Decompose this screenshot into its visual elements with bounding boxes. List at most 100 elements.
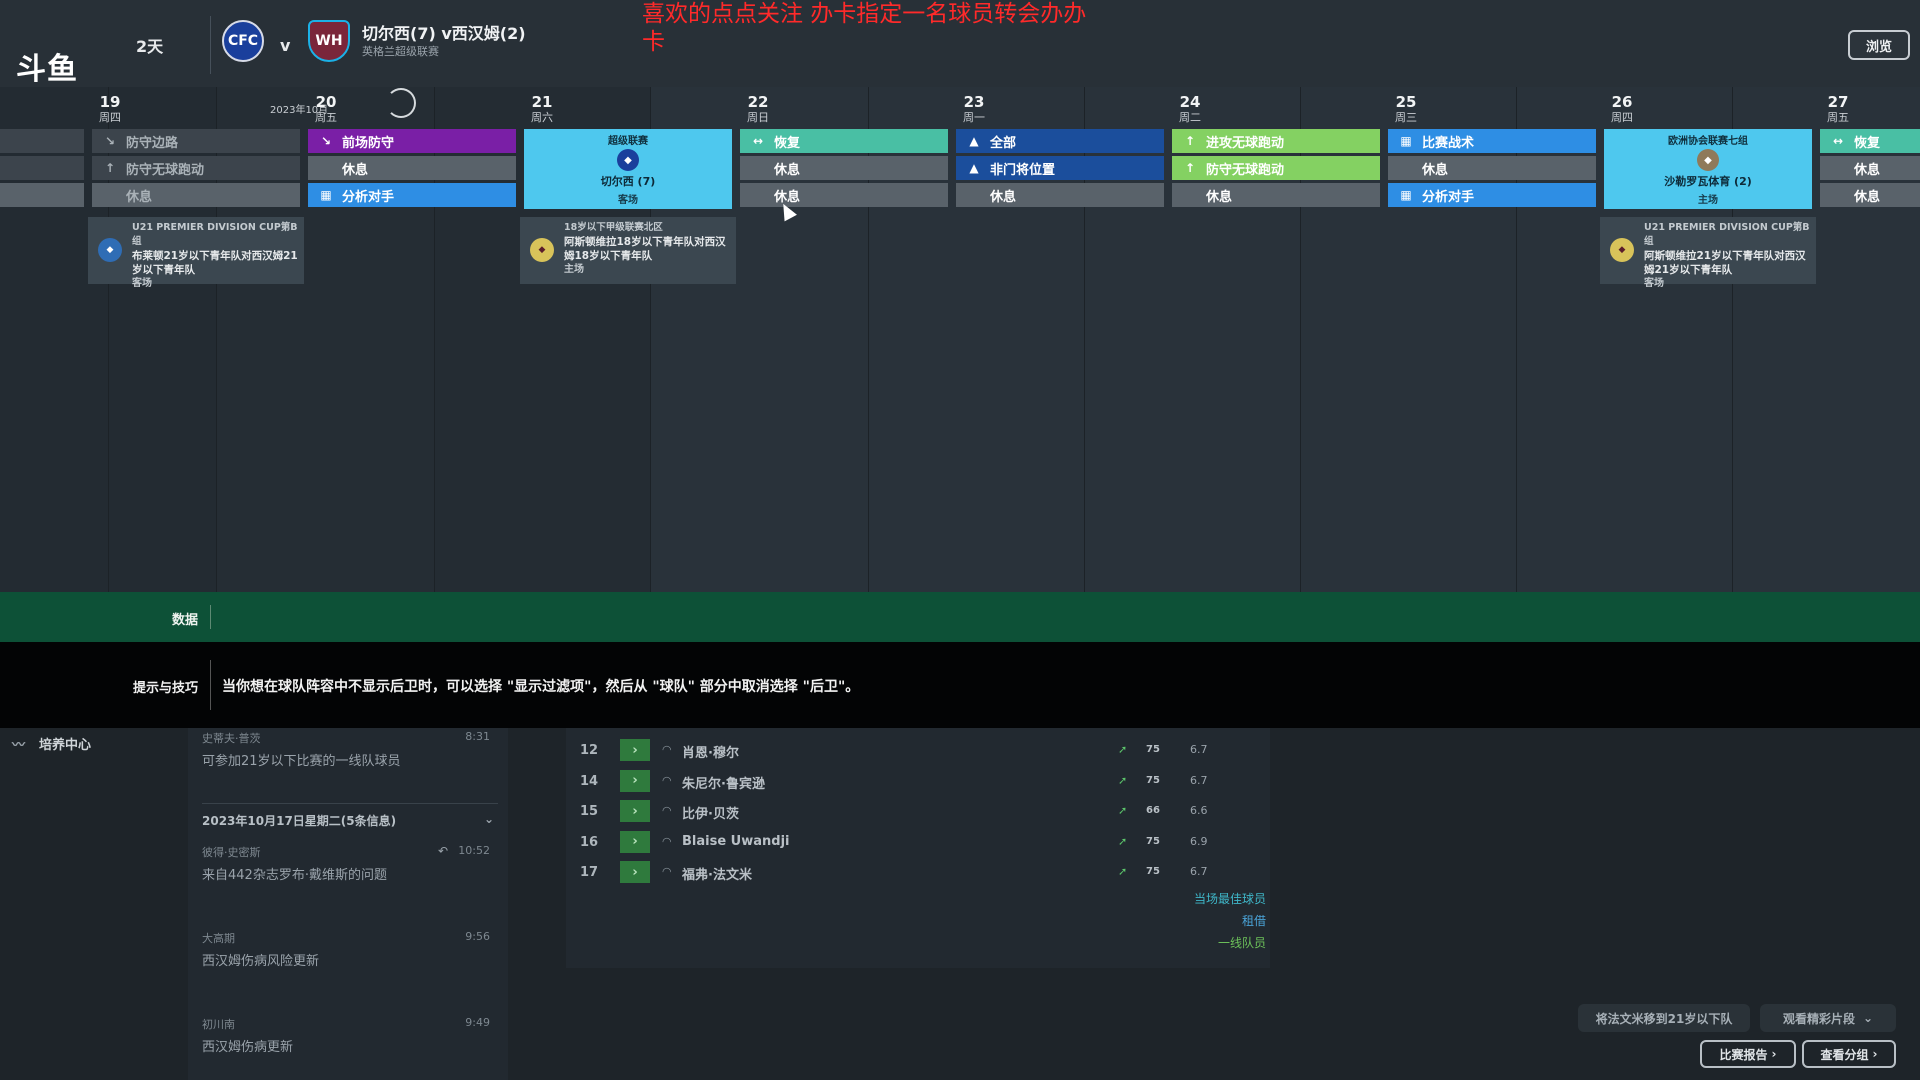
- session-label: 全部: [990, 135, 1017, 151]
- player-name[interactable]: 福弗·法文米: [682, 864, 752, 883]
- player-row[interactable]: 15 › ◠ 比伊·贝茨 ➚ 66 6.6: [566, 799, 1270, 825]
- form-trend-icon: ➚: [1118, 743, 1128, 756]
- training-session-d23-2[interactable]: 休息: [956, 183, 1164, 207]
- match-competition: 超级联赛: [608, 136, 648, 147]
- training-session-d27-2[interactable]: 休息: [1820, 183, 1920, 207]
- player-rating: 6.7: [1190, 773, 1208, 787]
- data-bar: 数据: [0, 592, 1920, 642]
- training-session-d19-1[interactable]: ↑ 防守无球跑动: [92, 156, 300, 180]
- player-row[interactable]: 14 › ◠ 朱尼尔·鲁宾逊 ➚ 75 6.7: [566, 769, 1270, 795]
- day-header[interactable]: 27 周五: [1808, 93, 1868, 125]
- player-name[interactable]: 比伊·贝茨: [682, 803, 739, 822]
- training-session-d23-0[interactable]: ▲ 全部: [956, 129, 1164, 153]
- training-session-d20-0[interactable]: ↘ 前场防守: [308, 129, 516, 153]
- player-row[interactable]: 17 › ◠ 福弗·法文米 ➚ 75 6.7: [566, 860, 1270, 886]
- training-session-block[interactable]: [0, 129, 84, 153]
- session-label: 防守无球跑动: [126, 162, 205, 178]
- player-number: 15: [580, 804, 599, 819]
- player-name[interactable]: 肖恩·穆尔: [682, 742, 739, 761]
- training-session-d22-2[interactable]: 休息: [740, 183, 948, 207]
- player-name[interactable]: 朱尼尔·鲁宾逊: [682, 773, 765, 792]
- training-session-d25-2[interactable]: ▦ 分析对手: [1388, 183, 1596, 207]
- match-opponent: 切尔西 (7): [600, 175, 656, 188]
- legend-best-player: 当场最佳球员: [1193, 892, 1266, 906]
- view-groups-button[interactable]: 查看分组 ›: [1802, 1040, 1896, 1068]
- training-session-d20-1[interactable]: 休息: [308, 156, 516, 180]
- training-session-d25-0[interactable]: ▦ 比赛战术: [1388, 129, 1596, 153]
- form-trend-icon: ➚: [1118, 865, 1128, 878]
- news-item[interactable]: 大高期 西汉姆伤病风险更新 9:56: [202, 930, 498, 969]
- session-label: 防守边路: [126, 135, 179, 151]
- training-calendar: 2023年10月 19 周四 20 周五 21 周六 22 周日 23 周一 24 周二 25 周三 26 周…: [0, 87, 1920, 592]
- training-session-block[interactable]: [0, 156, 84, 180]
- stream-overlay-text: 喜欢的点点关注 办卡指定一名球员转会办办卡: [642, 1, 1087, 55]
- browse-button[interactable]: 浏览: [1848, 30, 1910, 60]
- training-session-d24-2[interactable]: 休息: [1172, 183, 1380, 207]
- news-source: 初川南: [202, 1018, 235, 1031]
- move-to-u21-button[interactable]: 将法文米移到21岁以下队: [1578, 1004, 1750, 1032]
- data-tab[interactable]: 数据: [172, 609, 198, 628]
- first-team-match-card[interactable]: 欧洲协会联赛七组 ◆ 沙勒罗瓦体育 (2) 主场: [1604, 129, 1812, 209]
- person-icon: ◠: [662, 865, 672, 878]
- day-weekday: 周四: [99, 111, 121, 124]
- chevron-down-icon[interactable]: ⌄: [484, 812, 494, 826]
- news-time: 9:56: [465, 930, 490, 943]
- session-label: 休息: [1854, 162, 1881, 178]
- youth-match-card[interactable]: ◆ U21 PREMIER DIVISION CUP第B组 阿斯顿维拉21岁以下青年…: [1600, 217, 1816, 289]
- app-root: 斗鱼 2天 CFC v WH 切尔西(7) v西汉姆(2) 英格兰超级联赛 喜欢…: [0, 0, 1920, 1080]
- news-item[interactable]: 彼得·史密斯 来自442杂志罗布·戴维斯的问题 10:52: [202, 844, 498, 883]
- match-report-button[interactable]: 比赛报告 ›: [1700, 1040, 1796, 1068]
- training-session-d27-1[interactable]: 休息: [1820, 156, 1920, 180]
- news-divider: [202, 803, 498, 804]
- form-trend-icon: ➚: [1118, 834, 1128, 848]
- substitute-arrow-button[interactable]: ›: [620, 830, 650, 853]
- chevron-right-icon: ›: [1771, 1047, 1777, 1061]
- day-header[interactable]: 19 周四: [80, 93, 140, 125]
- training-session-d20-2[interactable]: ▦ 分析对手: [308, 183, 516, 207]
- youth-opponent-crest-icon: ◆: [530, 238, 554, 262]
- substitute-arrow-button[interactable]: ›: [620, 861, 650, 883]
- training-session-d24-0[interactable]: ↑ 进攻无球跑动: [1172, 129, 1380, 153]
- news-date-header[interactable]: 2023年10月17日星期二(5条信息) ⌄: [202, 812, 498, 829]
- training-session-d22-1[interactable]: 休息: [740, 156, 948, 180]
- reply-icon: ↶: [438, 844, 449, 858]
- youth-competition: U21 PREMIER DIVISION CUP第B组: [1644, 222, 1810, 247]
- news-item[interactable]: 初川南 西汉姆伤病更新 9:49: [202, 1016, 498, 1055]
- player-name[interactable]: Blaise Uwandji: [682, 834, 790, 849]
- opponent-crest-icon: ◆: [617, 149, 639, 171]
- training-session-d22-0[interactable]: ↔ 恢复: [740, 129, 948, 153]
- day-header[interactable]: 22 周日: [728, 93, 788, 125]
- day-header[interactable]: 20 周五: [296, 93, 356, 125]
- training-session-d19-0[interactable]: ↘ 防守边路: [92, 129, 300, 153]
- day-header[interactable]: 25 周三: [1376, 93, 1436, 125]
- substitute-arrow-button[interactable]: ›: [620, 739, 650, 761]
- substitute-arrow-button[interactable]: ›: [620, 769, 650, 792]
- day-header[interactable]: 21 周六: [512, 93, 572, 125]
- youth-opponent-crest-icon: ◆: [1610, 238, 1634, 262]
- substitute-arrow-button[interactable]: ›: [620, 800, 650, 822]
- chevron-right-icon: ›: [1872, 1047, 1878, 1061]
- training-session-d27-0[interactable]: ↔ 恢复: [1820, 129, 1920, 153]
- data-bar-divider: [210, 605, 211, 629]
- training-session-d24-1[interactable]: ↑ 防守无球跑动: [1172, 156, 1380, 180]
- player-row[interactable]: 16 › ◠ Blaise Uwandji ➚ 75 6.9: [566, 830, 1270, 856]
- session-label: 分析对手: [1422, 189, 1475, 205]
- training-session-d23-1[interactable]: ▲ 非门将位置: [956, 156, 1164, 180]
- training-session-d19-2[interactable]: 休息: [92, 183, 300, 207]
- tips-divider: [210, 660, 211, 710]
- first-team-match-card[interactable]: 超级联赛 ◆ 切尔西 (7) 客场: [524, 129, 732, 209]
- training-session-block[interactable]: [0, 183, 84, 207]
- youth-match-card[interactable]: ◆ 18岁以下甲级联赛北区 阿斯顿维拉18岁以下青年队对西汉姆18岁以下青年队 主场: [520, 217, 736, 284]
- player-row[interactable]: 12 › ◠ 肖恩·穆尔 ➚ 75 6.7: [566, 738, 1270, 764]
- news-item[interactable]: 史蒂夫·普茨 可参加21岁以下比赛的一线队球员 8:31: [202, 730, 498, 769]
- player-number: 12: [580, 743, 599, 758]
- day-header[interactable]: 23 周一: [944, 93, 1004, 125]
- next-match-title[interactable]: 切尔西(7) v西汉姆(2): [362, 20, 526, 44]
- day-header[interactable]: 24 周二: [1160, 93, 1220, 125]
- training-session-d25-1[interactable]: 休息: [1388, 156, 1596, 180]
- youth-match-card[interactable]: ◆ U21 PREMIER DIVISION CUP第B组 布莱顿21岁以下青年队对…: [88, 217, 304, 289]
- nav-dev-center[interactable]: 〰培养中心: [12, 734, 91, 753]
- day-header[interactable]: 26 周四: [1592, 93, 1652, 125]
- youth-match-title: 布莱顿21岁以下青年队对西汉姆21岁以下青年队: [132, 250, 298, 276]
- highlights-button[interactable]: 观看精彩片段 ⌄: [1760, 1004, 1896, 1032]
